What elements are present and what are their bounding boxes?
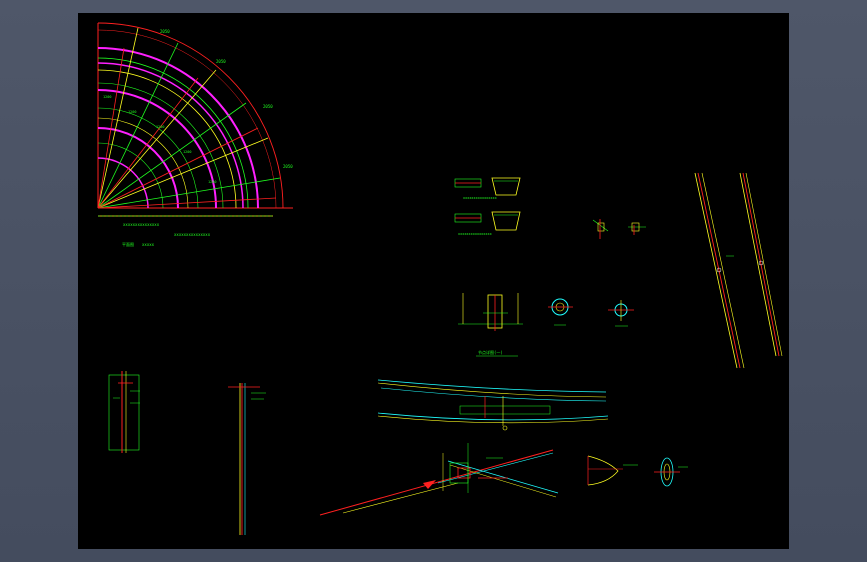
svg-text:2050: 2050 [263, 104, 273, 109]
joint-detail [319, 443, 559, 516]
fan-plan-dimension-note-2: xxxxxxxxxxxxxxx [174, 232, 211, 237]
section-label-a: xxxxxxxxxxxxxxxx [463, 196, 497, 200]
fan-plan-dimension-note: xxxxxxxxxxxxxxx [123, 222, 160, 227]
connection-details [592, 219, 646, 239]
fan-plan-caption: 平面图 [122, 241, 134, 247]
svg-text:2050: 2050 [160, 29, 170, 34]
curved-beam-elevation [377, 379, 609, 431]
fan-plan: 2050 2050 2050 2050 1200 1200 1200 1200 … [97, 22, 293, 247]
long-members [694, 172, 783, 369]
svg-text:2050: 2050 [283, 164, 293, 169]
svg-text:1200: 1200 [128, 110, 136, 114]
cad-canvas: 2050 2050 2050 2050 1200 1200 1200 1200 … [97, 22, 783, 535]
cad-drawing-sheet[interactable]: 2050 2050 2050 2050 1200 1200 1200 1200 … [78, 13, 789, 549]
svg-text:1200: 1200 [103, 95, 111, 99]
fan-plan-note: xxxxx [142, 242, 155, 247]
section-label-b: xxxxxxxxxxxxxxxx [458, 232, 492, 236]
section-details: xxxxxxxxxxxxxxxx xxxxxxxxxxxxxxxx [454, 177, 521, 236]
node-detail-caption: 节点详图(一) [478, 349, 503, 355]
end-plate-detail [587, 455, 688, 487]
column-elevation-a [108, 371, 140, 453]
svg-text:1200: 1200 [208, 180, 216, 184]
svg-text:1200: 1200 [183, 150, 191, 154]
svg-text:1200: 1200 [156, 125, 164, 129]
compass-arrow-icon [423, 480, 436, 489]
node-detail: 节点详图(一) [458, 293, 634, 357]
svg-text:2050: 2050 [216, 59, 226, 64]
column-elevation-b [228, 383, 266, 535]
